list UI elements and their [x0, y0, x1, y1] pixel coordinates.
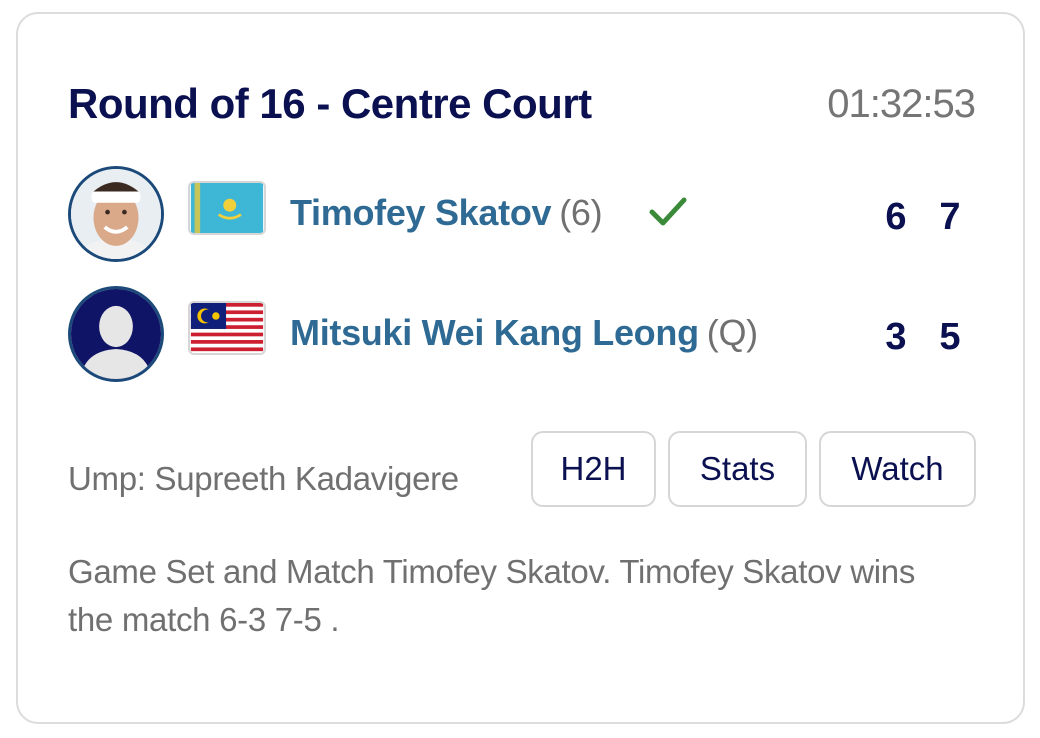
kazakhstan-flag-icon	[188, 181, 266, 235]
player-row: Mitsuki Wei Kang Leong (Q) 3 5	[18, 286, 1023, 386]
h2h-button[interactable]: H2H	[531, 431, 656, 507]
player-name[interactable]: Timofey Skatov (6)	[290, 192, 603, 234]
set-score: 3	[885, 316, 907, 358]
player-seed: (6)	[559, 192, 603, 233]
player-seed: (Q)	[706, 312, 758, 353]
set-score: 5	[939, 316, 961, 358]
winner-check-icon	[649, 197, 687, 226]
player-photo-avatar[interactable]	[68, 286, 164, 382]
match-title: Round of 16 - Centre Court	[68, 80, 592, 127]
stats-button[interactable]: Stats	[668, 431, 807, 507]
match-summary: Game Set and Match Timofey Skatov. Timof…	[68, 553, 916, 638]
player-name[interactable]: Mitsuki Wei Kang Leong (Q)	[290, 312, 758, 354]
malaysia-flag-icon	[188, 301, 266, 355]
umpire-label: Ump: Supreeth Kadavigere	[68, 460, 459, 497]
watch-button[interactable]: Watch	[819, 431, 976, 507]
player-row: Timofey Skatov (6) 6 7	[18, 166, 1023, 266]
default-avatar-icon	[71, 289, 161, 379]
player-name-text: Mitsuki Wei Kang Leong	[290, 312, 699, 353]
set-score: 6	[885, 196, 907, 238]
player-photo-icon	[71, 169, 161, 259]
player-photo-avatar[interactable]	[68, 166, 164, 262]
match-card: Round of 16 - Centre Court 01:32:53 Timo…	[16, 12, 1025, 724]
match-duration: 01:32:53	[827, 82, 976, 126]
set-score: 7	[939, 196, 961, 238]
player-name-text: Timofey Skatov	[290, 192, 552, 233]
